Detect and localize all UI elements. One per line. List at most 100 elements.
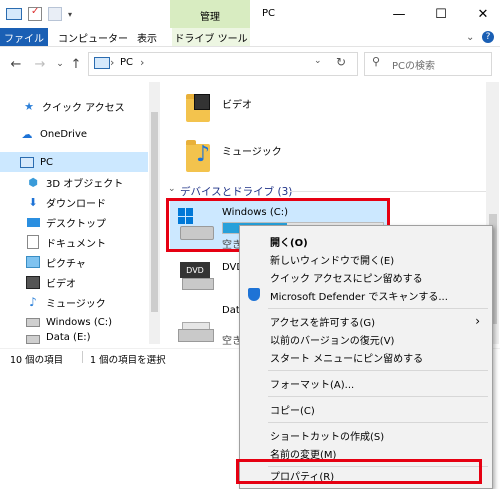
help-icon[interactable]: ? [482, 31, 494, 43]
navigation-scrollbar[interactable] [149, 82, 160, 344]
folder-label-videos[interactable]: ビデオ [222, 96, 252, 111]
tab-file[interactable]: ファイル [0, 28, 48, 46]
sidebar-item-label: 3D オブジェクト [46, 178, 124, 190]
sidebar-item-pc[interactable]: PC [0, 152, 148, 172]
tab-view[interactable]: 表示 [137, 28, 157, 46]
new-folder-icon[interactable] [48, 7, 62, 21]
menu-item-label: コピー(C) [270, 405, 315, 417]
context-menu: 開く(O) 新しいウィンドウで開く(E) クイック アクセスにピン留めする Mi… [239, 225, 493, 489]
address-dropdown-icon[interactable]: ⌄ [314, 56, 322, 66]
sidebar-item-quick-access[interactable]: ★ クイック アクセス [0, 96, 148, 116]
properties-check-icon[interactable]: ✓ [28, 6, 42, 21]
menu-separator [268, 422, 488, 423]
3d-objects-icon: ⬢ [28, 175, 38, 189]
music-folder-icon[interactable]: ♪ [186, 136, 212, 176]
breadcrumb-separator[interactable]: › [140, 56, 144, 69]
status-item-count: 10 個の項目 [10, 355, 64, 366]
sidebar-item-label: OneDrive [40, 128, 88, 140]
manage-tab-label[interactable]: 管理 [170, 8, 250, 23]
menu-item-label: 以前のバージョンの復元(V) [270, 335, 395, 347]
sidebar-item-label: ビデオ [46, 278, 76, 290]
highlight-box-properties [236, 459, 482, 484]
sidebar-item-3d-objects[interactable]: ⬢ 3D オブジェクト [0, 172, 148, 192]
window-title: PC [262, 8, 276, 19]
group-collapse-icon[interactable]: ⌄ [168, 184, 176, 194]
sidebar-item-videos[interactable]: ビデオ [0, 272, 148, 292]
menu-item-label: 開く(O) [270, 237, 308, 249]
scrollbar-thumb[interactable] [151, 112, 158, 312]
menu-separator [268, 308, 488, 309]
search-icon: ⚲ [372, 55, 381, 68]
menu-item-label: スタート メニューにピン留めする [270, 353, 424, 365]
menu-item-restore-versions[interactable]: 以前のバージョンの復元(V) [240, 330, 492, 348]
close-button[interactable]: ✕ [470, 2, 496, 26]
defender-shield-icon [248, 288, 262, 302]
qat-dropdown-icon[interactable]: ▾ [68, 10, 72, 19]
drive-label-data[interactable]: Dat [222, 305, 240, 316]
menu-item-label: フォーマット(A)... [270, 379, 355, 391]
forward-icon[interactable]: → [32, 56, 48, 72]
menu-item-create-shortcut[interactable]: ショートカットの作成(S) [240, 426, 492, 444]
sidebar-item-documents[interactable]: ドキュメント [0, 232, 148, 252]
pc-icon[interactable] [6, 8, 22, 20]
status-divider [82, 351, 83, 363]
quick-access-toolbar: ✓ ▾ [6, 6, 72, 22]
data-drive-icon[interactable] [176, 318, 216, 342]
up-icon[interactable]: ↑ [68, 56, 84, 72]
menu-separator [268, 396, 488, 397]
breadcrumb-pc[interactable]: PC [120, 57, 133, 68]
sidebar-item-label: クイック アクセス [42, 102, 125, 114]
sidebar-item-label: Windows (C:) [46, 316, 112, 328]
sidebar-item-windows-c[interactable]: Windows (C:) [0, 312, 148, 332]
menu-item-pin-start[interactable]: スタート メニューにピン留めする [240, 348, 492, 366]
ribbon-collapse-icon[interactable]: ⌄ [466, 28, 474, 46]
menu-item-format[interactable]: フォーマット(A)... [240, 374, 492, 392]
minimize-button[interactable]: — [386, 2, 412, 26]
download-icon: ⬇ [28, 195, 38, 209]
music-icon: ♪ [29, 295, 37, 309]
star-icon: ★ [24, 99, 34, 113]
sidebar-item-label: PC [40, 156, 54, 168]
refresh-icon[interactable]: ↻ [336, 55, 346, 69]
group-divider [290, 191, 490, 192]
sidebar-item-label: ダウンロード [46, 198, 106, 210]
video-icon [26, 275, 40, 289]
title-bar [0, 0, 500, 28]
cloud-icon: ☁ [21, 127, 33, 141]
menu-item-label: アクセスを許可する(G) [270, 317, 376, 329]
back-icon[interactable]: ← [8, 56, 24, 72]
menu-item-open-new-window[interactable]: 新しいウィンドウで開く(E) [240, 250, 492, 268]
picture-icon [26, 255, 40, 269]
sidebar-item-data-e[interactable]: Data (E:) [0, 332, 148, 344]
menu-item-open[interactable]: 開く(O) [240, 232, 492, 250]
folder-label-music[interactable]: ミュージック [222, 143, 282, 158]
group-header-devices[interactable]: デバイスとドライブ (3) [180, 184, 292, 199]
menu-item-label: クイック アクセスにピン留めする [270, 273, 423, 285]
drive-icon [26, 315, 40, 329]
recent-locations-icon[interactable]: ⌄ [52, 56, 68, 72]
sidebar-item-onedrive[interactable]: ☁ OneDrive [0, 124, 148, 144]
sidebar-item-downloads[interactable]: ⬇ ダウンロード [0, 192, 148, 212]
search-placeholder: PCの検索 [392, 61, 436, 72]
menu-item-defender-scan[interactable]: Microsoft Defender でスキャンする... [240, 286, 492, 304]
navigation-pane: ★ クイック アクセス ☁ OneDrive PC ⬢ 3D オブジェクト ⬇ … [0, 90, 160, 345]
sidebar-item-music[interactable]: ♪ ミュージック [0, 292, 148, 312]
menu-item-label: ショートカットの作成(S) [270, 431, 385, 443]
tab-drive-tools[interactable]: ドライブ ツール [172, 28, 250, 46]
menu-separator [268, 370, 488, 371]
desktop-icon [26, 215, 40, 229]
sidebar-item-desktop[interactable]: デスクトップ [0, 212, 148, 232]
breadcrumb-separator[interactable]: › [110, 56, 114, 69]
tab-computer[interactable]: コンピューター [58, 28, 128, 46]
menu-item-give-access[interactable]: アクセスを許可する(G) › [240, 312, 492, 330]
video-folder-icon[interactable] [186, 90, 212, 124]
dvd-drive-icon[interactable]: DVD [180, 262, 216, 292]
menu-item-pin-quick-access[interactable]: クイック アクセスにピン留めする [240, 268, 492, 286]
menu-item-copy[interactable]: コピー(C) [240, 400, 492, 418]
sidebar-item-label: Data (E:) [46, 332, 91, 343]
sidebar-item-label: ドキュメント [46, 238, 106, 250]
sidebar-item-pictures[interactable]: ピクチャ [0, 252, 148, 272]
menu-item-label: Microsoft Defender でスキャンする... [270, 291, 448, 303]
dvd-badge: DVD [180, 262, 210, 278]
maximize-button[interactable]: ☐ [428, 2, 454, 26]
